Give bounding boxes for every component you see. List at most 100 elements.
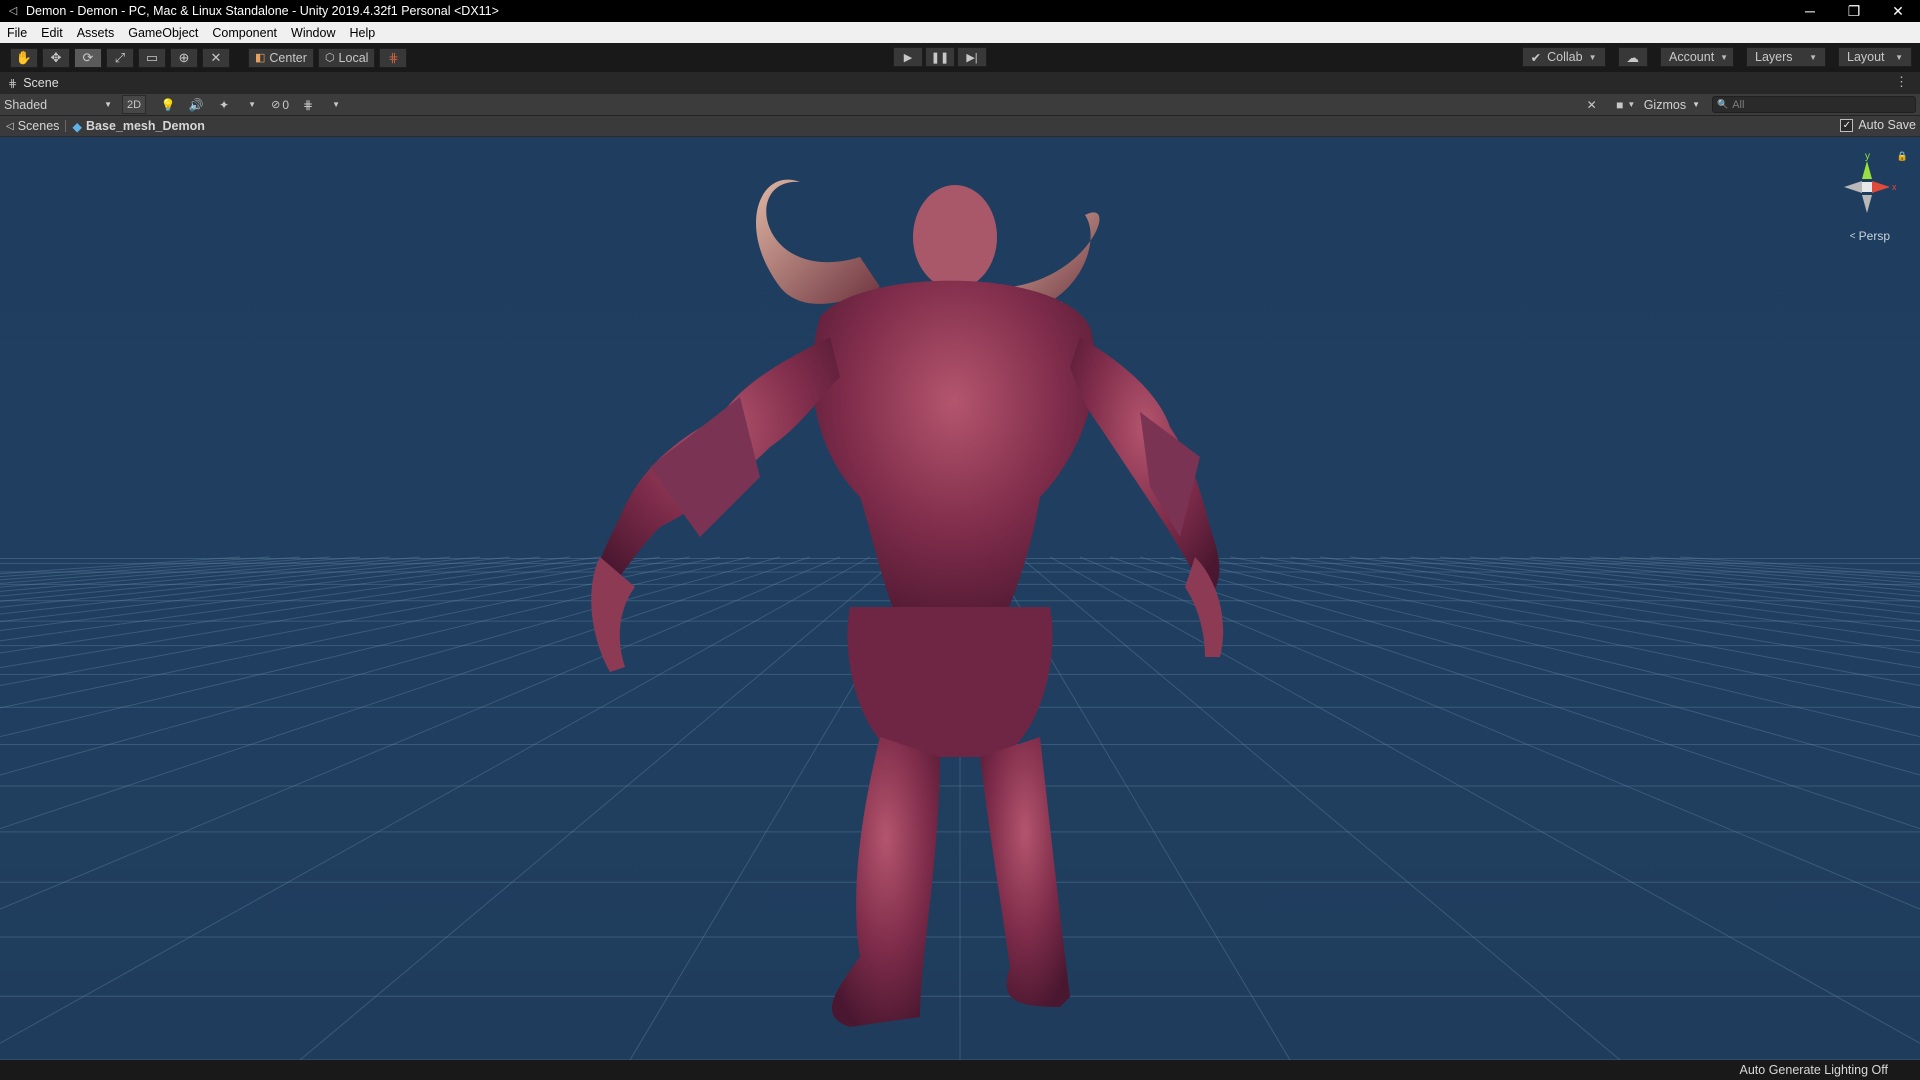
prefab-breadcrumb: ◁ Scenes ◆ Base_mesh_Demon ✓ Auto Save [0, 116, 1920, 137]
menu-assets[interactable]: Assets [70, 26, 122, 40]
custom-tool-button[interactable]: ✕ [202, 47, 230, 68]
window-title: Demon - Demon - PC, Mac & Linux Standalo… [26, 4, 499, 18]
lightbulb-icon: 💡 [160, 97, 176, 112]
tab-scene[interactable]: ⋕ Scene [0, 76, 59, 90]
camera-dropdown[interactable]: ■ ▼ [1614, 95, 1638, 114]
grid-dropdown[interactable]: ▼ [324, 95, 348, 114]
layout-label: Layout [1847, 50, 1885, 64]
chevron-down-icon: ▼ [332, 100, 341, 109]
collab-dropdown[interactable]: ✔ Collab ▼ [1521, 47, 1606, 67]
local-icon: ⬡ [324, 52, 335, 64]
persp-icon: < [1849, 230, 1856, 242]
rect-tool-button[interactable]: ▭ [138, 47, 166, 68]
grid-icon: ⋕ [303, 97, 314, 112]
shading-mode-dropdown[interactable]: Shaded ▼ [0, 95, 118, 114]
pivot-mode-button[interactable]: ◧ Center [248, 47, 314, 68]
breadcrumb-scenes[interactable]: ◁ Scenes [0, 119, 65, 133]
breadcrumb-prefab[interactable]: ◆ Base_mesh_Demon [66, 119, 210, 134]
neg-y-axis-cone[interactable] [1862, 195, 1872, 213]
play-button[interactable]: ▶ [893, 47, 923, 67]
pause-button[interactable]: ❚❚ [925, 47, 955, 67]
auto-save-toggle[interactable]: ✓ Auto Save [1840, 118, 1916, 132]
scene-tools-button[interactable]: ✕ [1580, 95, 1604, 114]
scene-search-input[interactable]: 🔍 All [1712, 96, 1916, 113]
transform-tool-button[interactable]: ⊕ [170, 47, 198, 68]
status-bar: Auto Generate Lighting Off [0, 1060, 1920, 1080]
step-button[interactable]: ▶| [957, 47, 987, 67]
layout-dropdown[interactable]: Layout ▼ [1838, 47, 1912, 67]
neg-x-axis-cone[interactable] [1844, 181, 1862, 193]
restore-icon[interactable]: ❐ [1832, 0, 1876, 22]
projection-toggle[interactable]: < Persp [1850, 229, 1890, 243]
grid-toggle[interactable]: ⋕ [296, 95, 320, 114]
step-icon: ▶| [966, 51, 978, 64]
effects-dropdown[interactable]: ▼ [240, 95, 264, 114]
lighting-toggle[interactable]: 💡 [156, 95, 180, 114]
toggle-2d-label: 2D [127, 98, 142, 111]
y-axis-cone[interactable] [1862, 161, 1872, 179]
scene-tab-row: ⋕ Scene ⋮ [0, 72, 1920, 94]
chevron-down-icon: ▼ [1588, 52, 1597, 62]
menu-component[interactable]: Component [205, 26, 284, 40]
left-hand [591, 557, 635, 672]
scene-viewport[interactable]: y x 🔒 < Persp [0, 137, 1920, 1060]
auto-save-label: Auto Save [1858, 118, 1916, 132]
tab-scene-label: Scene [23, 76, 59, 90]
title-bar: ◁ Demon - Demon - PC, Mac & Linux Standa… [0, 0, 1920, 22]
center-cube[interactable] [1862, 182, 1872, 192]
menu-window[interactable]: Window [284, 26, 342, 40]
minimize-icon[interactable]: ─ [1788, 0, 1832, 22]
menu-edit[interactable]: Edit [34, 26, 70, 40]
audio-toggle[interactable]: 🔊 [184, 95, 208, 114]
search-icon: 🔍 [1717, 99, 1729, 109]
head [913, 185, 997, 289]
back-icon: ◁ [6, 120, 14, 132]
left-leg [831, 737, 940, 1027]
play-controls: ▶ ❚❚ ▶| [893, 47, 989, 67]
tools-icon: ✕ [1586, 97, 1597, 112]
hand-tool-button[interactable]: ✋ [10, 47, 38, 68]
menu-file[interactable]: File [0, 26, 34, 40]
rotate-tool-button[interactable]: ⟳ [74, 47, 102, 68]
left-horn [756, 179, 880, 304]
snap-button[interactable]: ⋕ [379, 47, 408, 68]
auto-save-checkbox[interactable]: ✓ [1840, 118, 1854, 132]
menu-help[interactable]: Help [342, 26, 382, 40]
move-tool-button[interactable]: ✥ [42, 47, 70, 68]
x-axis-cone[interactable] [1872, 181, 1890, 193]
toolbar-right: ✔ Collab ▼ ☁ Account ▼ Layers ▼ Layout ▼ [1510, 47, 1912, 67]
cloud-button[interactable]: ☁ [1617, 47, 1648, 67]
pivot-controls: ◧ Center ⬡ Local ⋕ [248, 47, 411, 68]
scale-tool-button[interactable]: ⤢ [106, 47, 134, 68]
scale-icon: ⤢ [114, 49, 126, 65]
pivot-rotation-button[interactable]: ⬡ Local [317, 47, 376, 68]
rotate-icon: ⟳ [82, 49, 94, 65]
more-options-icon[interactable]: ⋮ [1895, 74, 1908, 90]
chevron-down-icon: ▼ [1692, 100, 1700, 109]
gizmos-dropdown[interactable]: Gizmos ▼ [1638, 98, 1706, 112]
tools-icon: ✕ [210, 49, 222, 65]
main-toolbar: ✋ ✥ ⟳ ⤢ ▭ ⊕ ✕ ◧ Center ⬡ Local ⋕ ▶ ❚❚ ▶|… [0, 43, 1920, 72]
speaker-icon: 🔊 [188, 97, 204, 112]
toggle-2d-button[interactable]: 2D [122, 95, 147, 114]
cloud-icon: ☁ [1626, 50, 1640, 65]
scene-grid-icon: ⋕ [8, 77, 18, 90]
status-text: Auto Generate Lighting Off [1739, 1063, 1888, 1077]
menu-gameobject[interactable]: GameObject [121, 26, 205, 40]
chevron-down-icon: ▼ [1720, 52, 1729, 62]
pause-icon: ❚❚ [930, 51, 950, 64]
hand-icon: ✋ [15, 49, 33, 65]
projection-label: Persp [1858, 229, 1890, 243]
effects-icon: ✦ [219, 97, 230, 112]
chevron-down-icon: ▼ [104, 100, 112, 109]
menu-bar: File Edit Assets GameObject Component Wi… [0, 22, 1920, 43]
breadcrumb-scenes-label: Scenes [17, 119, 60, 133]
close-icon[interactable]: ✕ [1876, 0, 1920, 22]
lock-icon[interactable]: 🔒 [1897, 151, 1908, 162]
hidden-objects-toggle[interactable]: ⊘ 0 [268, 95, 292, 114]
layers-dropdown[interactable]: Layers ▼ [1746, 47, 1826, 67]
effects-toggle[interactable]: ✦ [212, 95, 236, 114]
demon-model[interactable] [0, 137, 1920, 1060]
account-dropdown[interactable]: Account ▼ [1660, 47, 1734, 67]
prefab-cube-icon: ◆ [72, 119, 83, 134]
